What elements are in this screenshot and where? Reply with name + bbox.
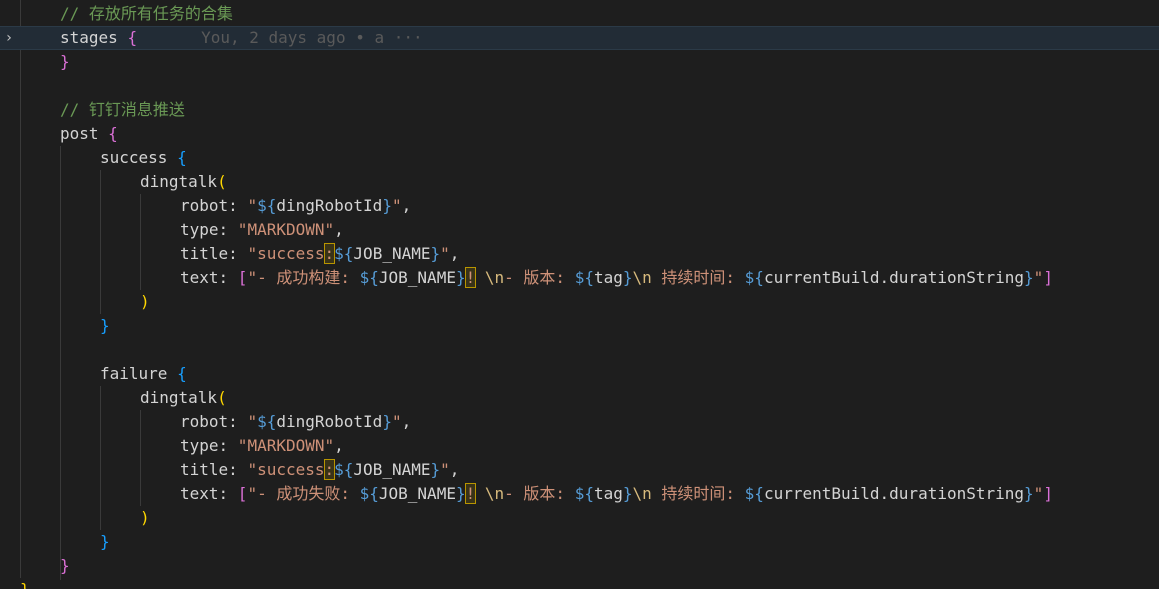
string-value: MARKDOWN <box>247 436 325 455</box>
code-content: dingtalk( <box>140 170 227 194</box>
code-line[interactable]: ) <box>0 506 1159 530</box>
invalid-char-highlight[interactable]: ! <box>464 483 477 504</box>
code-content: type: "MARKDOWN", <box>180 436 344 455</box>
escape-sequence: \n <box>484 268 505 287</box>
code-line[interactable]: } <box>0 530 1159 554</box>
bracket-close: } <box>20 578 30 589</box>
code-line[interactable]: dingtalk( <box>0 170 1159 194</box>
chevron-right-icon[interactable]: › <box>2 26 16 50</box>
code-content: failure { <box>100 362 187 386</box>
code-line[interactable]: type: "MARKDOWN", <box>0 218 1159 242</box>
code-content: title: "success:${JOB_NAME}", <box>180 243 460 264</box>
keyword: post <box>60 124 99 143</box>
property-key: title <box>180 460 229 479</box>
bracket-close: } <box>100 532 110 551</box>
paren-close: ) <box>140 292 150 311</box>
git-blame-annotation[interactable]: You, 2 days ago • a ··· <box>201 28 423 47</box>
string-value: 持续时间: <box>651 484 745 503</box>
code-content: stages { You, 2 days ago • a ··· <box>60 26 423 50</box>
keyword: stages <box>60 28 118 47</box>
code-line[interactable]: } <box>0 50 1159 74</box>
paren-open: ( <box>217 388 227 407</box>
function-name: dingtalk <box>140 388 218 407</box>
code-line[interactable]: // 钉钉消息推送 <box>0 98 1159 122</box>
escape-sequence: \n <box>484 484 505 503</box>
bracket-open: { <box>108 124 118 143</box>
string-value: MARKDOWN <box>247 220 325 239</box>
code-line[interactable]: ) <box>0 290 1159 314</box>
property-key: type <box>180 220 219 239</box>
template-var: tag <box>593 268 623 287</box>
invalid-char-highlight[interactable]: : <box>323 243 336 264</box>
property-key: robot <box>180 412 229 431</box>
string-value: 持续时间: <box>651 268 745 287</box>
property-key: title <box>180 244 229 263</box>
code-content: title: "success:${JOB_NAME}", <box>180 459 460 480</box>
code-line[interactable]: text: ["- 成功失败: ${JOB_NAME}! \n- 版本: ${t… <box>0 482 1159 506</box>
escape-sequence: \n <box>632 268 652 287</box>
code-line[interactable]: text: ["- 成功构建: ${JOB_NAME}! \n- 版本: ${t… <box>0 266 1159 290</box>
string-value: success <box>257 244 325 263</box>
escape-sequence: \n <box>632 484 652 503</box>
string-value: - 成功构建: <box>257 268 360 287</box>
string-value: - 版本: <box>504 484 575 503</box>
code-line[interactable]: type: "MARKDOWN", <box>0 434 1159 458</box>
template-var: JOB_NAME <box>353 460 431 479</box>
invalid-char-highlight[interactable]: : <box>323 459 336 480</box>
code-line[interactable]: failure { <box>0 362 1159 386</box>
code-content: text: ["- 成功失败: ${JOB_NAME}! \n- 版本: ${t… <box>180 483 1053 504</box>
template-var: currentBuild.durationString <box>763 268 1025 287</box>
code-line[interactable]: // 存放所有任务的合集 <box>0 2 1159 26</box>
paren-close: ) <box>140 508 150 527</box>
function-name: dingtalk <box>140 172 218 191</box>
property-key: text <box>180 268 219 287</box>
code-content: robot: "${dingRobotId}", <box>180 196 412 215</box>
template-var: JOB_NAME <box>378 268 456 287</box>
bracket-open: { <box>177 148 187 167</box>
code-editor[interactable]: // 存放所有任务的合集 › stages { You, 2 days ago •… <box>0 0 1159 589</box>
paren-open: ( <box>217 172 227 191</box>
template-var: tag <box>593 484 623 503</box>
template-var: JOB_NAME <box>353 244 431 263</box>
code-content: dingtalk( <box>140 386 227 410</box>
property-key: text <box>180 484 219 503</box>
code-line[interactable]: title: "success:${JOB_NAME}", <box>0 458 1159 482</box>
code-content: text: ["- 成功构建: ${JOB_NAME}! \n- 版本: ${t… <box>180 267 1053 288</box>
template-var: dingRobotId <box>276 412 383 431</box>
bracket-open: { <box>127 28 138 47</box>
code-content: type: "MARKDOWN", <box>180 220 344 239</box>
string-value: - 版本: <box>504 268 575 287</box>
code-line[interactable]: success { <box>0 146 1159 170</box>
bracket-close: } <box>60 556 70 575</box>
bracket-close: } <box>100 316 110 335</box>
template-var: JOB_NAME <box>378 484 456 503</box>
code-content: post { <box>60 122 118 146</box>
code-line-current[interactable]: › stages { You, 2 days ago • a ··· <box>0 26 1159 50</box>
code-line[interactable]: dingtalk( <box>0 386 1159 410</box>
template-var: dingRobotId <box>276 196 383 215</box>
property-key: robot <box>180 196 229 215</box>
code-line[interactable]: robot: "${dingRobotId}", <box>0 194 1159 218</box>
keyword: failure <box>100 364 168 383</box>
code-line[interactable]: } <box>0 314 1159 338</box>
code-line[interactable]: post { <box>0 122 1159 146</box>
property-key: type <box>180 436 219 455</box>
bracket-close: } <box>60 52 70 71</box>
comment: // 钉钉消息推送 <box>60 100 185 119</box>
comment: // 存放所有任务的合集 <box>60 4 233 23</box>
invalid-char-highlight[interactable]: ! <box>464 267 477 288</box>
code-line[interactable]: } <box>0 554 1159 578</box>
code-line[interactable]: title: "success:${JOB_NAME}", <box>0 242 1159 266</box>
keyword: success <box>100 148 168 167</box>
template-var: currentBuild.durationString <box>763 484 1025 503</box>
bracket-open: { <box>177 364 187 383</box>
string-value: - 成功失败: <box>257 484 360 503</box>
code-content: success { <box>100 146 187 170</box>
code-line[interactable]: robot: "${dingRobotId}", <box>0 410 1159 434</box>
code-content: robot: "${dingRobotId}", <box>180 412 412 431</box>
string-value: success <box>257 460 325 479</box>
